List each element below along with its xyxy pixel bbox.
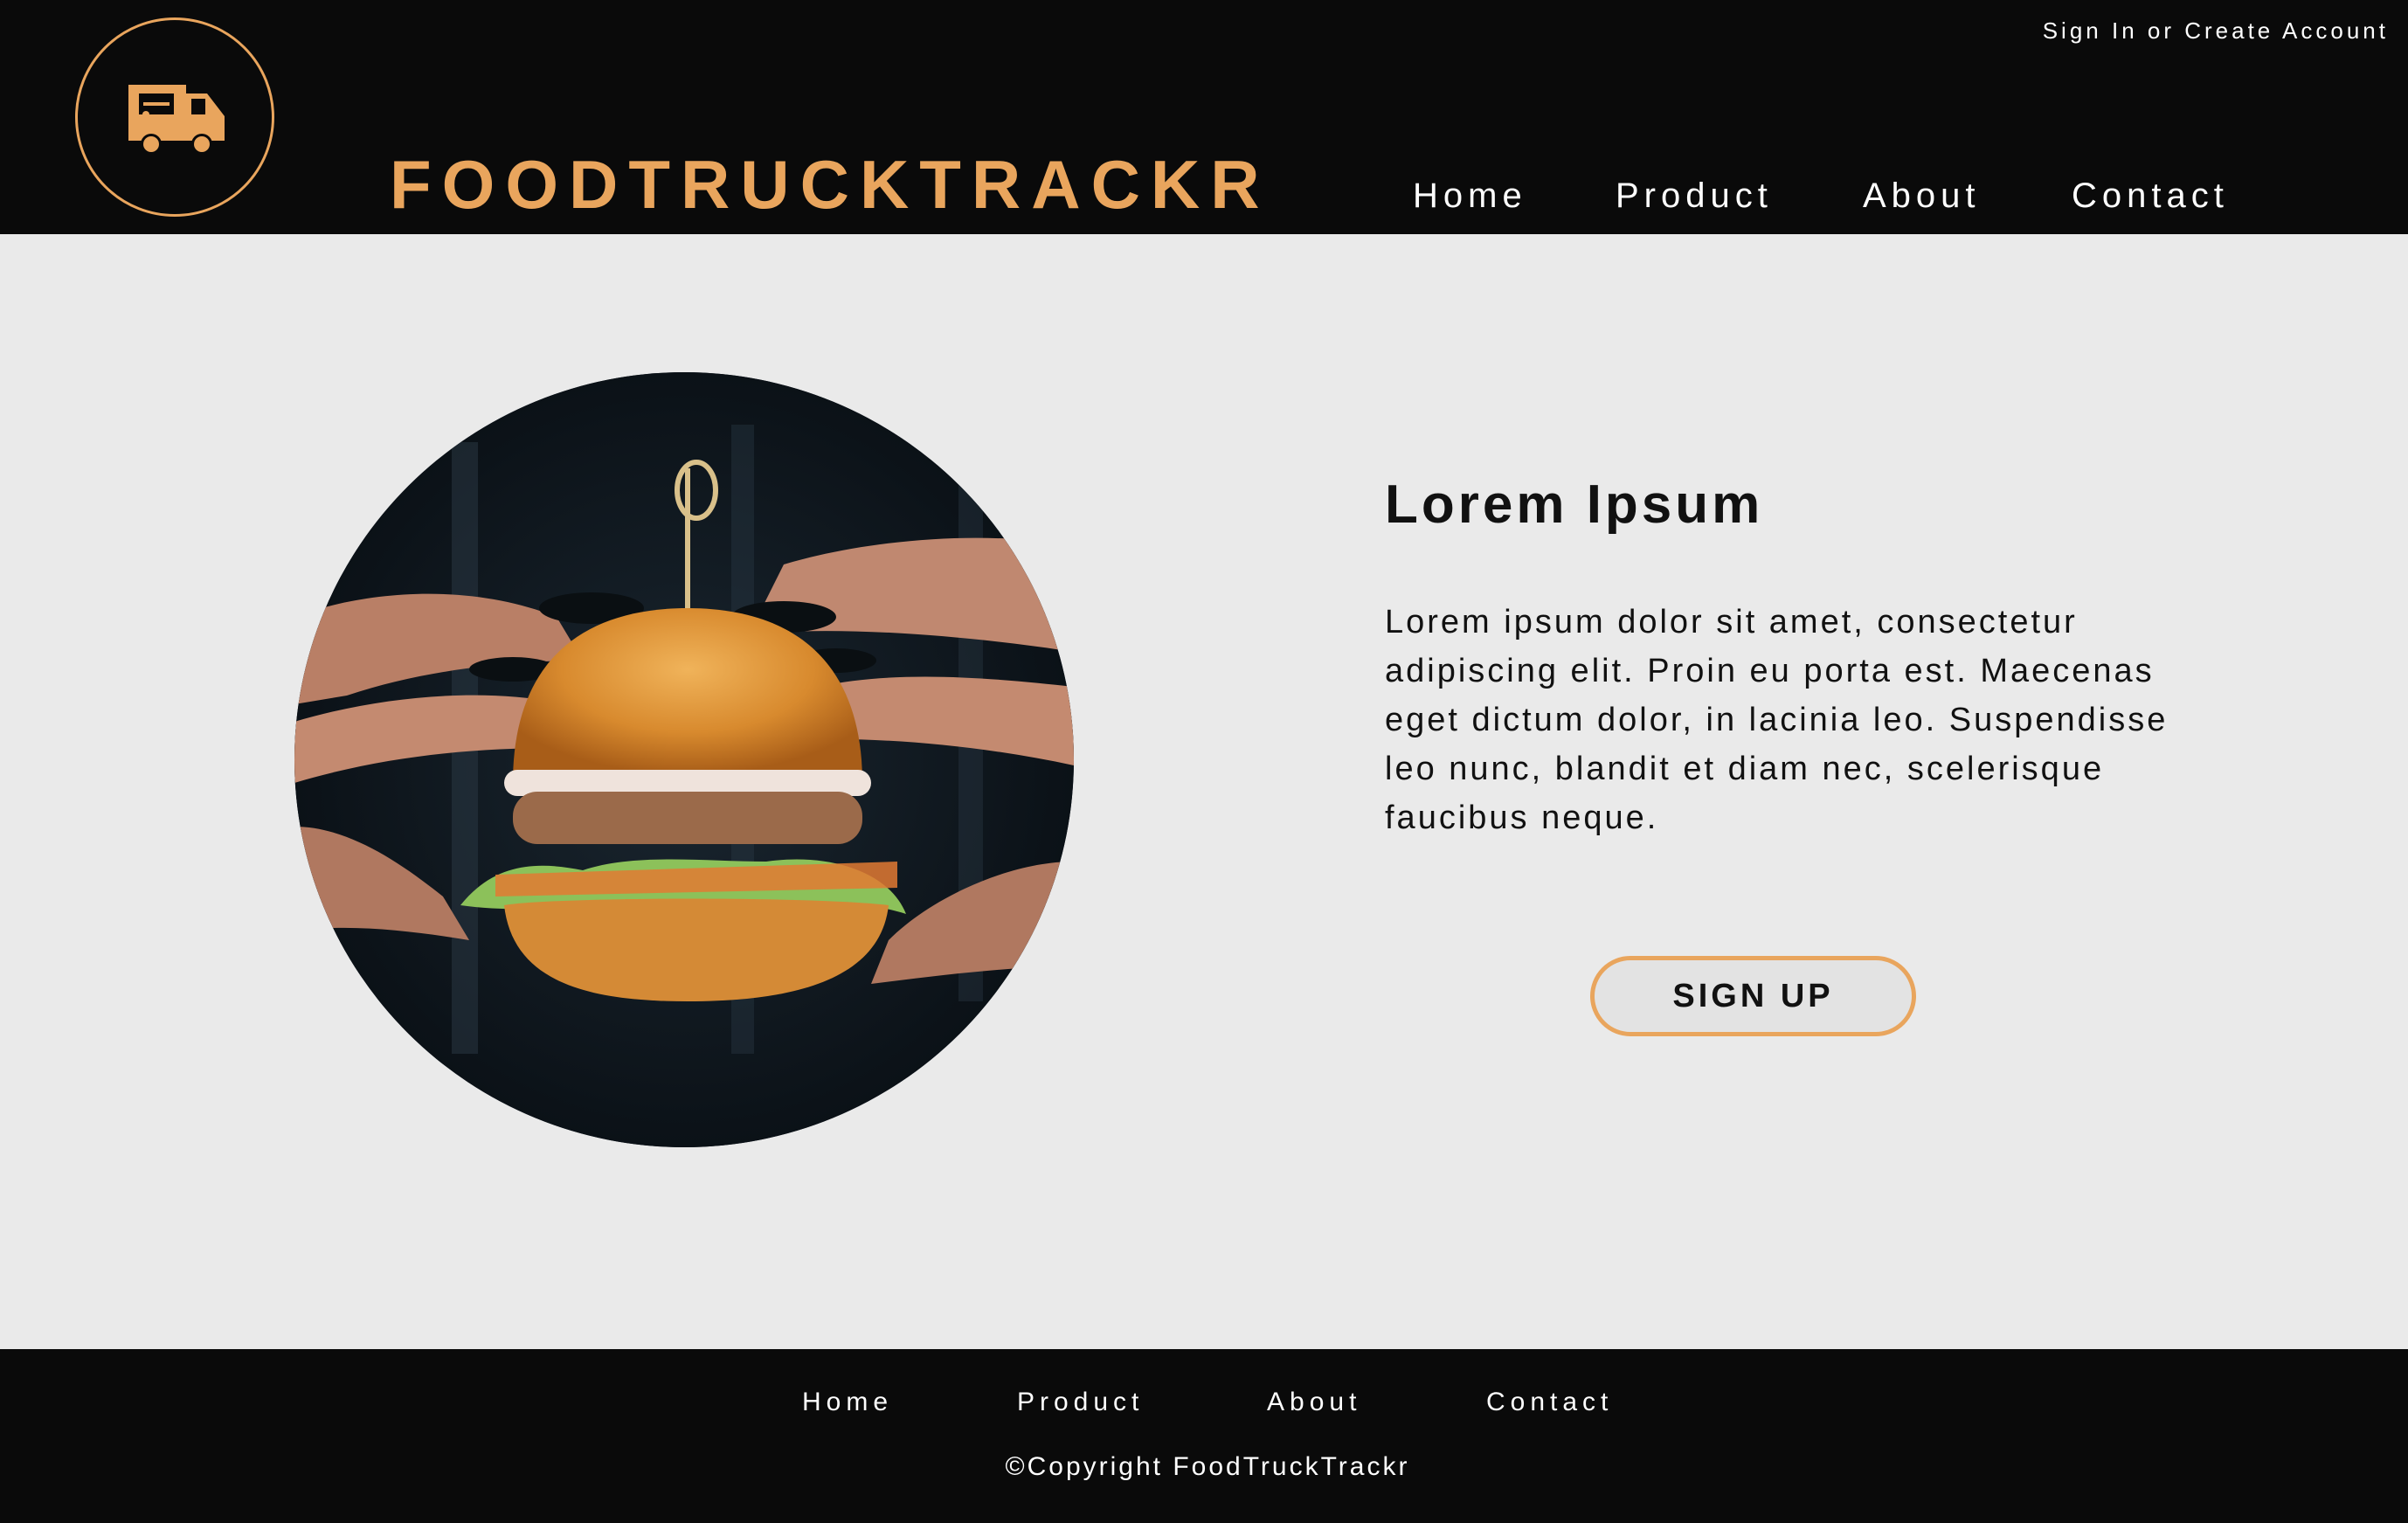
site-footer: Home Product About Contact ©Copyright Fo…: [0, 1349, 2408, 1523]
nav-about[interactable]: About: [1863, 173, 1981, 218]
copyright-label: ©Copyright FoodTruckTrackr: [1005, 1452, 1410, 1481]
nav-home[interactable]: Home: [1413, 173, 1527, 218]
brand-title[interactable]: FOODTRUCKTRACKR: [390, 145, 1270, 224]
footer-nav-home[interactable]: Home: [802, 1388, 893, 1417]
page: FOODTRUCKTRACKR Sign In or Create Accoun…: [0, 0, 2408, 1523]
hero-title: Lorem Ipsum: [1385, 474, 1764, 535]
burger-photo: [294, 372, 1074, 1147]
footer-nav-contact[interactable]: Contact: [1486, 1388, 1613, 1417]
sign-in-link[interactable]: Sign In or Create Account: [2043, 17, 2389, 45]
site-header: FOODTRUCKTRACKR Sign In or Create Accoun…: [0, 0, 2408, 234]
hero-section: Lorem Ipsum Lorem ipsum dolor sit amet, …: [0, 234, 2408, 1349]
food-truck-icon: [128, 85, 225, 155]
footer-nav-product[interactable]: Product: [1017, 1388, 1144, 1417]
hero-body: Lorem ipsum dolor sit amet, consectetur …: [1385, 604, 2169, 836]
nav-contact[interactable]: Contact: [2072, 173, 2229, 218]
copyright-text: ©Copyright FoodTruckTrackr: [0, 1452, 2408, 1482]
hero-content: Lorem Ipsum Lorem ipsum dolor sit amet, …: [1385, 470, 2171, 842]
nav-product[interactable]: Product: [1616, 173, 1773, 218]
sign-up-button[interactable]: SIGN UP: [1590, 956, 1916, 1036]
logo[interactable]: [75, 17, 274, 217]
footer-nav-about[interactable]: About: [1267, 1388, 1361, 1417]
